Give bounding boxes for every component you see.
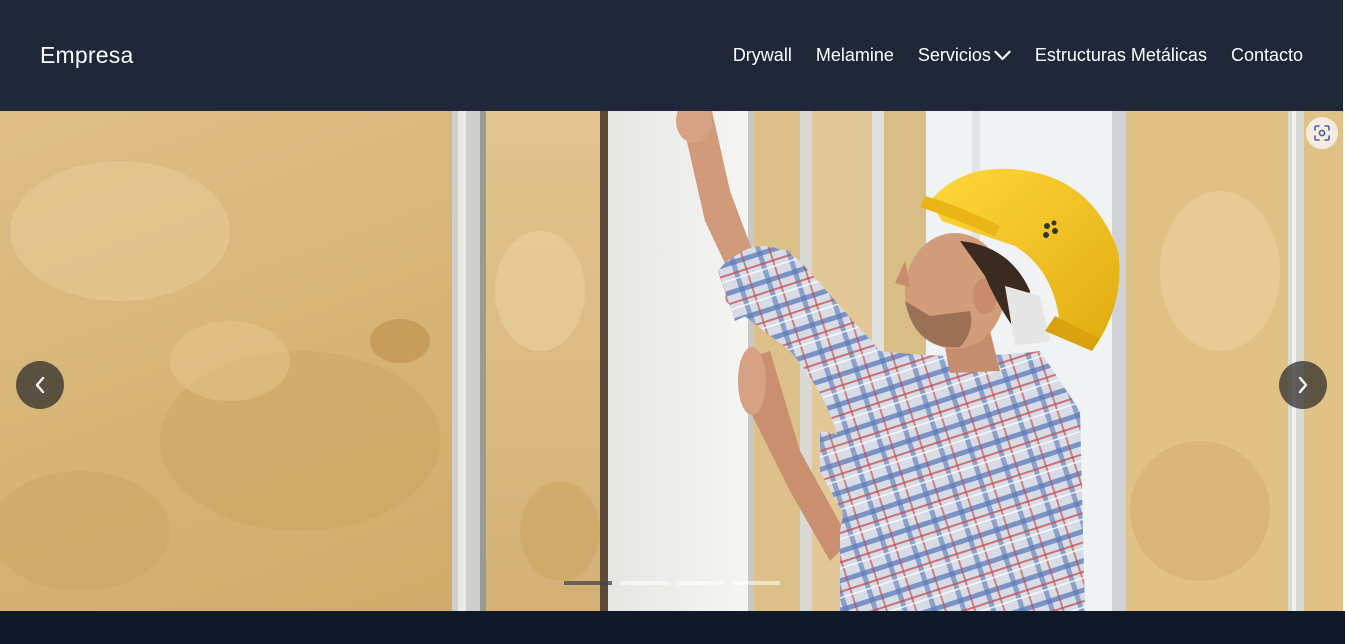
nav-links: Drywall Melamine Servicios Estructuras M… [733,45,1303,66]
brand-link[interactable]: Empresa [40,42,133,69]
visual-search-icon [1314,125,1330,141]
nav-link-melamine[interactable]: Melamine [816,45,894,66]
hero-carousel [0,111,1343,611]
nav-link-drywall[interactable]: Drywall [733,45,792,66]
carousel-indicator[interactable] [620,581,668,585]
carousel-indicator[interactable] [676,581,724,585]
navbar: Empresa Drywall Melamine Servicios Estru… [0,0,1343,111]
nav-link-label: Estructuras Metálicas [1034,45,1207,65]
nav-link-label: Servicios [917,45,991,65]
carousel-prev-button[interactable] [16,361,64,409]
carousel-indicator[interactable] [732,581,780,585]
nav-link-label: Drywall [732,45,792,65]
carousel-next-button[interactable] [1279,361,1327,409]
nav-link-estructuras-metalicas[interactable]: Estructuras Metálicas [1035,45,1207,66]
carousel-indicators [564,581,780,585]
nav-link-label: Contacto [1230,45,1303,65]
dark-section-strip [0,611,1345,644]
chevron-down-icon [994,50,1011,61]
nav-link-label: Melamine [815,45,894,65]
carousel-indicator[interactable] [564,581,612,585]
nav-dropdown-servicios[interactable]: Servicios [918,45,1011,66]
chevron-left-icon [35,376,45,394]
visual-search-button[interactable] [1306,117,1338,149]
carousel-slide-image [0,111,1343,611]
chevron-right-icon [1298,376,1308,394]
nav-link-contacto[interactable]: Contacto [1231,45,1303,66]
